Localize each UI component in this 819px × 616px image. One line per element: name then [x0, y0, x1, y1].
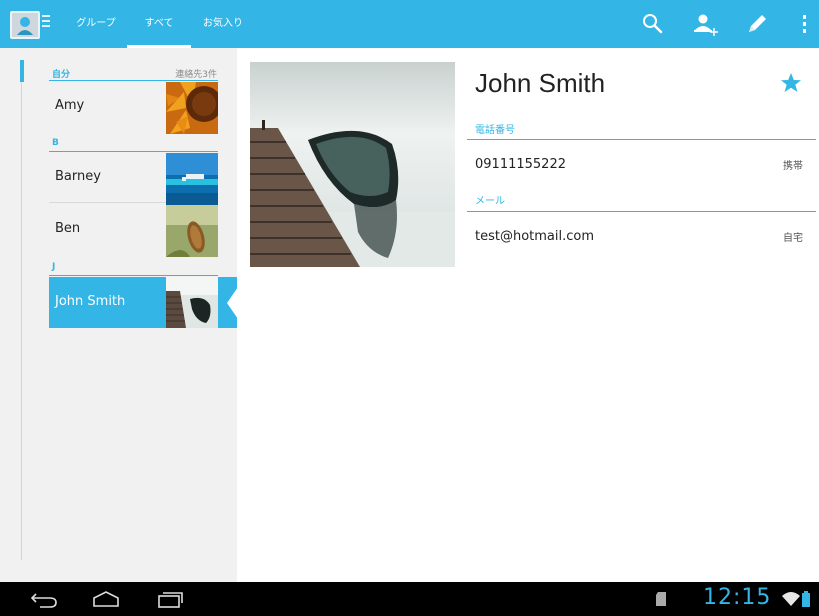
- phone-number[interactable]: 09111155222: [475, 157, 566, 172]
- contacts-app-icon[interactable]: [8, 9, 56, 41]
- action-bar: グループ すべて お気入り: [0, 0, 819, 48]
- me-section-label: 自分: [52, 70, 71, 80]
- section-letter: B: [52, 138, 59, 148]
- phone-section-divider: [467, 139, 816, 140]
- list-item-amy[interactable]: Amy: [49, 82, 218, 134]
- email-address[interactable]: test@hotmail.com: [475, 229, 594, 244]
- contact-photo-barney: [166, 153, 218, 205]
- contact-detail-photo[interactable]: [250, 62, 455, 267]
- contact-name: Barney: [55, 169, 101, 184]
- tab-favorites[interactable]: お気入り: [195, 0, 251, 48]
- section-header-j: J: [49, 258, 218, 276]
- list-divider: [21, 82, 22, 560]
- contact-photo-ben: [166, 205, 218, 257]
- email-type: 自宅: [783, 233, 803, 244]
- edit-icon[interactable]: [741, 8, 773, 40]
- contact-photo-john-smith: [166, 277, 218, 328]
- email-section-divider: [467, 211, 816, 212]
- tab-all[interactable]: すべて: [127, 0, 191, 48]
- favorite-star-icon[interactable]: [780, 72, 802, 94]
- contact-name: Amy: [55, 98, 85, 113]
- contact-name: John Smith: [55, 294, 126, 309]
- back-icon[interactable]: [30, 590, 58, 608]
- list-item-john-smith-selected[interactable]: John Smith: [49, 277, 237, 328]
- email-section-title: メール: [475, 196, 505, 207]
- selection-caret: [227, 287, 238, 319]
- contact-name: Ben: [55, 221, 81, 236]
- section-header-b: B: [49, 134, 218, 152]
- recent-apps-icon[interactable]: [156, 590, 184, 608]
- system-navigation-bar: 12:15: [0, 582, 819, 616]
- phone-type: 携帯: [783, 161, 803, 172]
- home-icon[interactable]: [92, 590, 120, 608]
- list-item-barney[interactable]: Barney: [49, 153, 218, 205]
- contacts-app: グループ すべて お気入り 自分 連絡先3件 Amy B Barney Ben …: [0, 0, 819, 616]
- wifi-icon: [781, 590, 801, 608]
- overflow-menu-icon[interactable]: [789, 8, 819, 40]
- list-item-ben[interactable]: Ben: [49, 205, 218, 257]
- contact-name-heading: John Smith: [475, 68, 606, 98]
- add-contact-icon[interactable]: [690, 8, 722, 40]
- sd-card-icon: [655, 590, 669, 608]
- section-letter: J: [52, 262, 56, 272]
- list-position-indicator: [20, 60, 24, 82]
- contact-photo-amy: [166, 82, 218, 134]
- search-icon[interactable]: [637, 8, 669, 40]
- me-section-header: 自分 連絡先3件: [49, 63, 218, 81]
- tab-groups[interactable]: グループ: [66, 0, 126, 48]
- phone-section-title: 電話番号: [475, 125, 515, 136]
- status-clock: 12:15: [703, 585, 772, 610]
- contact-count: 連絡先3件: [175, 70, 217, 80]
- battery-icon: [801, 590, 813, 608]
